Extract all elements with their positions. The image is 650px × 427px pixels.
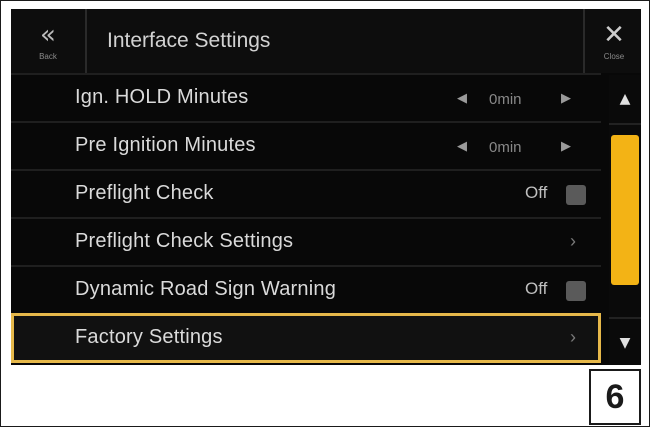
setting-row-ign-hold-minutes[interactable]: Ign. HOLD Minutes ◀ 0min ▶ (11, 73, 601, 123)
close-label: Close (603, 51, 625, 61)
setting-label: Ign. HOLD Minutes (75, 86, 249, 108)
double-chevron-left-icon: « (40, 19, 56, 50)
setting-row-pre-ignition-minutes[interactable]: Pre Ignition Minutes ◀ 0min ▶ (11, 121, 601, 171)
figure-frame: « Back Interface Settings ✕ Close Ign. H… (0, 0, 650, 427)
close-x-icon: ✕ (603, 19, 625, 50)
setting-row-dynamic-road-sign-warning[interactable]: Dynamic Road Sign Warning Off (11, 265, 601, 315)
minutes-stepper[interactable]: ◀ 0min ▶ (451, 89, 581, 109)
setting-row-preflight-check[interactable]: Preflight Check Off (11, 169, 601, 219)
triangle-left-icon[interactable]: ◀ (457, 91, 467, 106)
scroll-down-button[interactable]: ▼ (609, 317, 641, 365)
stepper-value: 0min (489, 139, 522, 156)
toggle-checkbox[interactable] (566, 185, 586, 205)
setting-label: Preflight Check (75, 182, 214, 204)
setting-label: Factory Settings (75, 326, 223, 348)
step-number-badge: 6 (589, 369, 641, 425)
scrollbar[interactable]: ▲ ▼ (609, 75, 641, 365)
chevron-right-icon: › (570, 231, 576, 251)
triangle-down-icon: ▼ (619, 335, 631, 351)
close-button[interactable]: ✕ Close (583, 9, 641, 73)
setting-label: Pre Ignition Minutes (75, 134, 256, 156)
setting-row-preflight-check-settings[interactable]: Preflight Check Settings › (11, 217, 601, 267)
page-title: Interface Settings (107, 29, 271, 52)
triangle-right-icon[interactable]: ▶ (561, 91, 571, 106)
triangle-up-icon: ▲ (619, 91, 631, 107)
triangle-left-icon[interactable]: ◀ (457, 139, 467, 154)
triangle-right-icon[interactable]: ▶ (561, 139, 571, 154)
back-label: Back (39, 51, 57, 61)
stepper-value: 0min (489, 91, 522, 108)
back-button[interactable]: « Back (11, 9, 87, 73)
scroll-up-button[interactable]: ▲ (609, 75, 641, 125)
minutes-stepper[interactable]: ◀ 0min ▶ (451, 137, 581, 157)
header-bar: « Back Interface Settings ✕ Close (11, 9, 641, 73)
infotainment-screen: « Back Interface Settings ✕ Close Ign. H… (11, 9, 641, 365)
setting-row-factory-settings[interactable]: Factory Settings › (11, 313, 601, 363)
chevron-right-icon: › (570, 327, 576, 347)
scroll-thumb[interactable] (611, 135, 639, 285)
toggle-state-text: Off (525, 279, 548, 298)
setting-label: Dynamic Road Sign Warning (75, 278, 337, 300)
toggle-checkbox[interactable] (566, 281, 586, 301)
setting-label: Preflight Check Settings (75, 230, 294, 252)
toggle-state-text: Off (525, 183, 548, 202)
